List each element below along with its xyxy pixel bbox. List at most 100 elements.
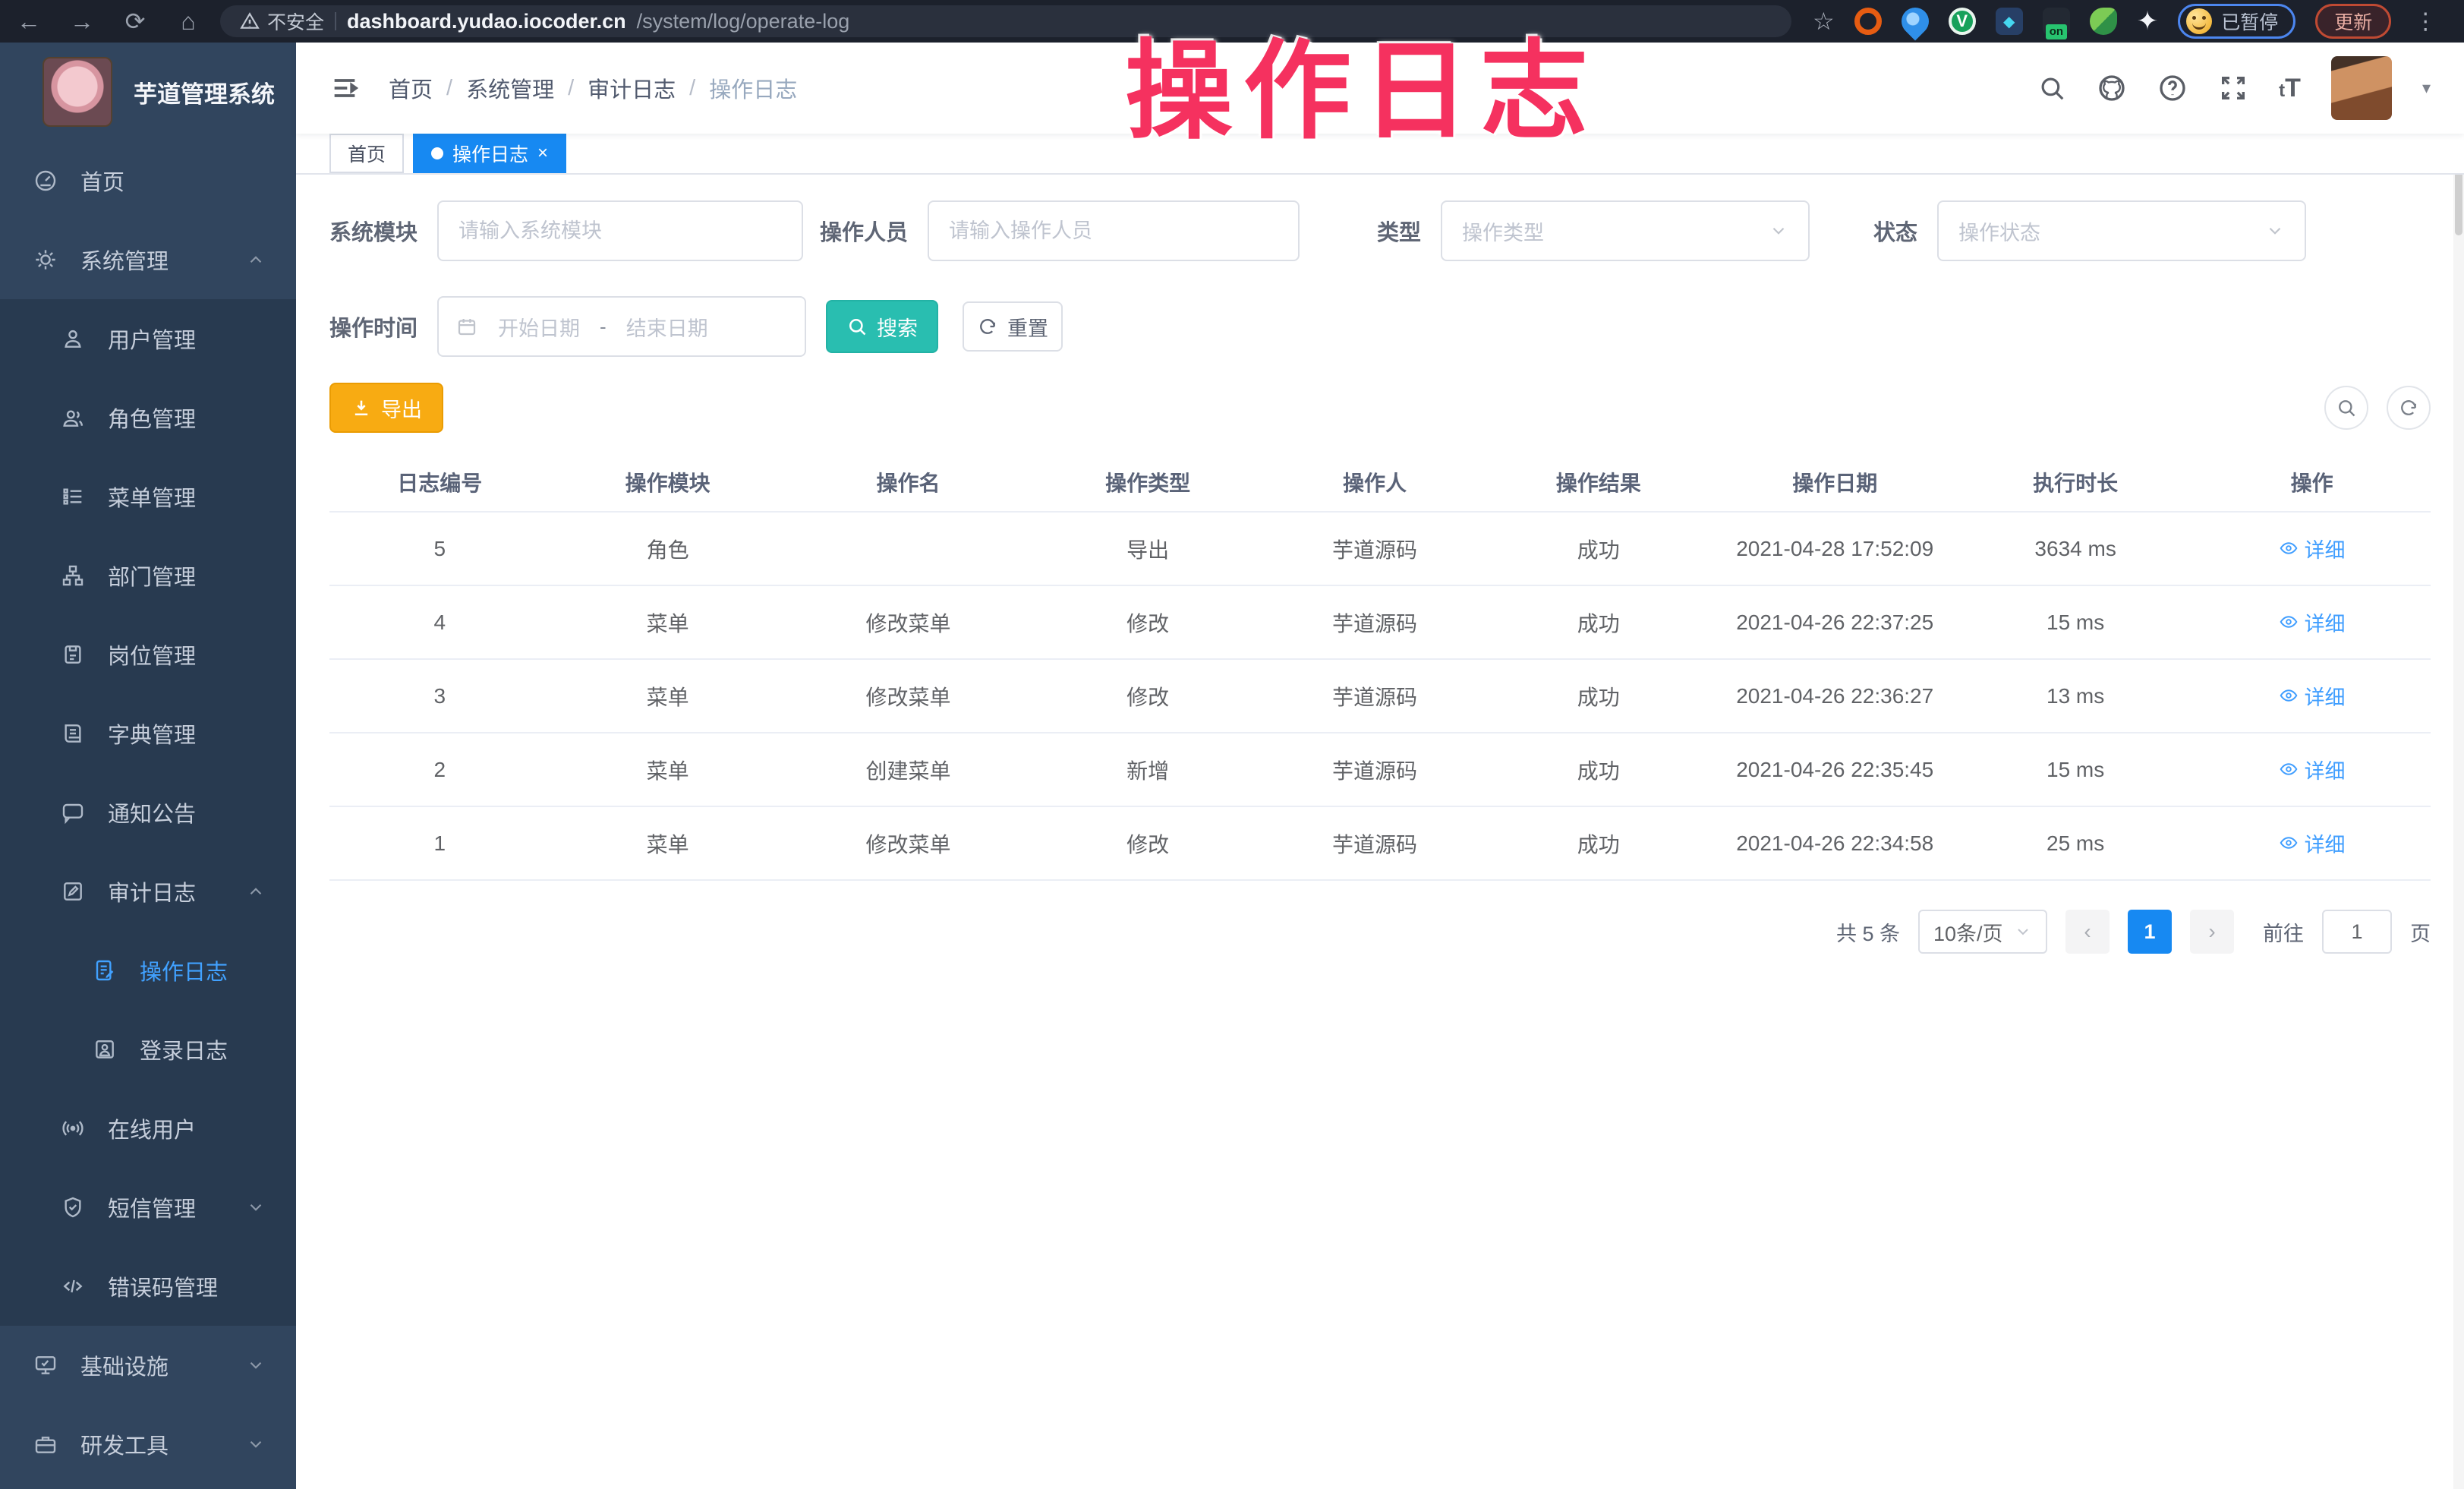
search-icon[interactable] (2037, 74, 2066, 103)
sidebar-item-operate-log[interactable]: 操作日志 (0, 931, 296, 1010)
extension-puzzle-icon[interactable]: ✦ (2137, 6, 2159, 36)
sidebar-item-label: 登录日志 (140, 1033, 228, 1065)
sidebar-logo[interactable]: 芋道管理系统 (0, 43, 296, 141)
sidebar-item-notices[interactable]: 通知公告 (0, 773, 296, 852)
chevron-up-icon (246, 882, 266, 901)
operate-log-table: 日志编号 操作模块 操作名 操作类型 操作人 操作结果 操作日期 执行时长 操作… (329, 453, 2431, 881)
not-secure-warning[interactable]: 不安全 (240, 8, 324, 35)
pagination-total: 共 5 条 (1836, 917, 1900, 947)
page-scrollbar[interactable] (2453, 43, 2464, 1489)
avatar[interactable] (2331, 56, 2392, 120)
tag-home[interactable]: 首页 (329, 134, 404, 173)
cell-duration: 25 ms (1958, 806, 2193, 880)
browser-menu-icon[interactable]: ⋮ (2414, 8, 2437, 35)
fullscreen-icon[interactable] (2218, 73, 2248, 103)
detail-link[interactable]: 详细 (2279, 828, 2346, 858)
sidebar-item-posts[interactable]: 岗位管理 (0, 615, 296, 694)
cell-duration: 13 ms (1958, 659, 2193, 733)
type-select[interactable]: 操作类型 (1441, 200, 1810, 261)
breadcrumb-home[interactable]: 首页 (389, 72, 433, 104)
operator-input-wrap (928, 200, 1300, 261)
font-size-icon[interactable]: tT (2279, 74, 2301, 103)
extension-blocker-icon[interactable]: on (2043, 8, 2070, 35)
chevron-down-icon (246, 1197, 266, 1217)
sidebar-menu: 首页 系统管理 用户管理 角色管理 菜单管理 (0, 141, 296, 1484)
start-date-placeholder: 开始日期 (498, 312, 580, 342)
home-icon[interactable]: ⌂ (173, 0, 203, 43)
reset-button[interactable]: 重置 (963, 301, 1063, 352)
detail-link[interactable]: 详细 (2279, 681, 2346, 711)
date-range-picker[interactable]: 开始日期 - 结束日期 (437, 296, 806, 357)
goto-page-input[interactable] (2322, 910, 2392, 954)
github-icon[interactable] (2097, 73, 2127, 103)
update-button[interactable]: 更新 (2315, 4, 2391, 39)
sidebar-item-roles[interactable]: 角色管理 (0, 378, 296, 457)
sidebar-item-login-log[interactable]: 登录日志 (0, 1010, 296, 1089)
tag-operate-log[interactable]: 操作日志 × (413, 134, 566, 173)
forward-icon[interactable]: → (67, 0, 97, 43)
sidebar-item-sms[interactable]: 短信管理 (0, 1168, 296, 1247)
filter-row-2: 操作时间 开始日期 - 结束日期 搜索 重置 (329, 296, 2431, 357)
extension-leaf-icon[interactable] (2090, 8, 2117, 35)
back-icon[interactable]: ← (14, 0, 44, 43)
type-select-placeholder: 操作类型 (1462, 216, 1544, 246)
cell-module: 角色 (550, 512, 786, 585)
hamburger-icon[interactable] (329, 73, 360, 103)
export-button[interactable]: 导出 (329, 383, 443, 433)
sidebar-item-devtools[interactable]: 研发工具 (0, 1405, 296, 1484)
module-input[interactable] (458, 219, 782, 243)
bookmark-star-icon[interactable]: ☆ (1813, 7, 1835, 36)
breadcrumb-audit[interactable]: 审计日志 (588, 72, 676, 104)
page-1-button[interactable]: 1 (2128, 910, 2172, 954)
toggle-search-button[interactable] (2324, 386, 2368, 430)
prev-page-button[interactable]: ‹ (2065, 910, 2110, 954)
extension-orange-icon[interactable] (1854, 8, 1882, 35)
status-select[interactable]: 操作状态 (1937, 200, 2306, 261)
sidebar-item-errcode[interactable]: 错误码管理 (0, 1247, 296, 1326)
caret-down-icon[interactable]: ▾ (2422, 78, 2431, 98)
detail-link[interactable]: 详细 (2279, 607, 2346, 637)
operator-input[interactable] (949, 219, 1278, 243)
detail-link[interactable]: 详细 (2279, 534, 2346, 563)
extension-v-icon[interactable]: V (1949, 8, 1976, 35)
menu-list-icon (61, 484, 85, 509)
sidebar-item-online-users[interactable]: 在线用户 (0, 1089, 296, 1168)
navbar: 首页 / 系统管理 / 审计日志 / 操作日志 (296, 43, 2464, 134)
sidebar-item-home[interactable]: 首页 (0, 141, 296, 220)
sidebar-item-users[interactable]: 用户管理 (0, 299, 296, 378)
extension-gem-icon[interactable]: ◆ (1996, 8, 2023, 35)
refresh-table-button[interactable] (2387, 386, 2431, 430)
sidebar-item-audit-log[interactable]: 审计日志 (0, 852, 296, 931)
breadcrumb-system[interactable]: 系统管理 (466, 72, 554, 104)
sidebar-item-label: 基础设施 (80, 1349, 169, 1381)
address-bar[interactable]: 不安全 dashboard.yudao.iocoder.cn /system/l… (220, 5, 1791, 37)
eye-icon (2279, 759, 2299, 779)
detail-link[interactable]: 详细 (2279, 755, 2346, 784)
tag-close-icon[interactable]: × (537, 143, 548, 164)
chevron-down-icon (2014, 923, 2032, 941)
book-icon (61, 721, 85, 746)
next-page-button[interactable]: › (2190, 910, 2234, 954)
sidebar-item-system[interactable]: 系统管理 (0, 220, 296, 299)
help-icon[interactable] (2157, 73, 2188, 103)
search-button[interactable]: 搜索 (826, 300, 938, 353)
cell-date: 2021-04-26 22:37:25 (1712, 585, 1958, 659)
col-date: 操作日期 (1712, 453, 1958, 512)
page-size-select[interactable]: 10条/页 (1918, 910, 2047, 954)
reload-icon[interactable]: ⟳ (120, 0, 150, 43)
sidebar-item-departments[interactable]: 部门管理 (0, 536, 296, 615)
cell-operator: 芋道源码 (1265, 512, 1486, 585)
cell-type: 新增 (1031, 733, 1264, 806)
detail-label: 详细 (2305, 755, 2346, 784)
profile-paused-pill[interactable]: 已暂停 (2178, 4, 2295, 39)
paused-label: 已暂停 (2221, 8, 2278, 35)
browser-nav: ← → ⟳ ⌂ (14, 0, 203, 43)
toolbar-right (2324, 386, 2431, 430)
sidebar-item-infra[interactable]: 基础设施 (0, 1326, 296, 1405)
cell-operator: 芋道源码 (1265, 806, 1486, 880)
sidebar-item-dicts[interactable]: 字典管理 (0, 694, 296, 773)
sidebar-item-menus[interactable]: 菜单管理 (0, 457, 296, 536)
cell-module: 菜单 (550, 585, 786, 659)
extension-pin-icon[interactable] (1895, 2, 1934, 41)
breadcrumb-separator: / (568, 76, 574, 101)
